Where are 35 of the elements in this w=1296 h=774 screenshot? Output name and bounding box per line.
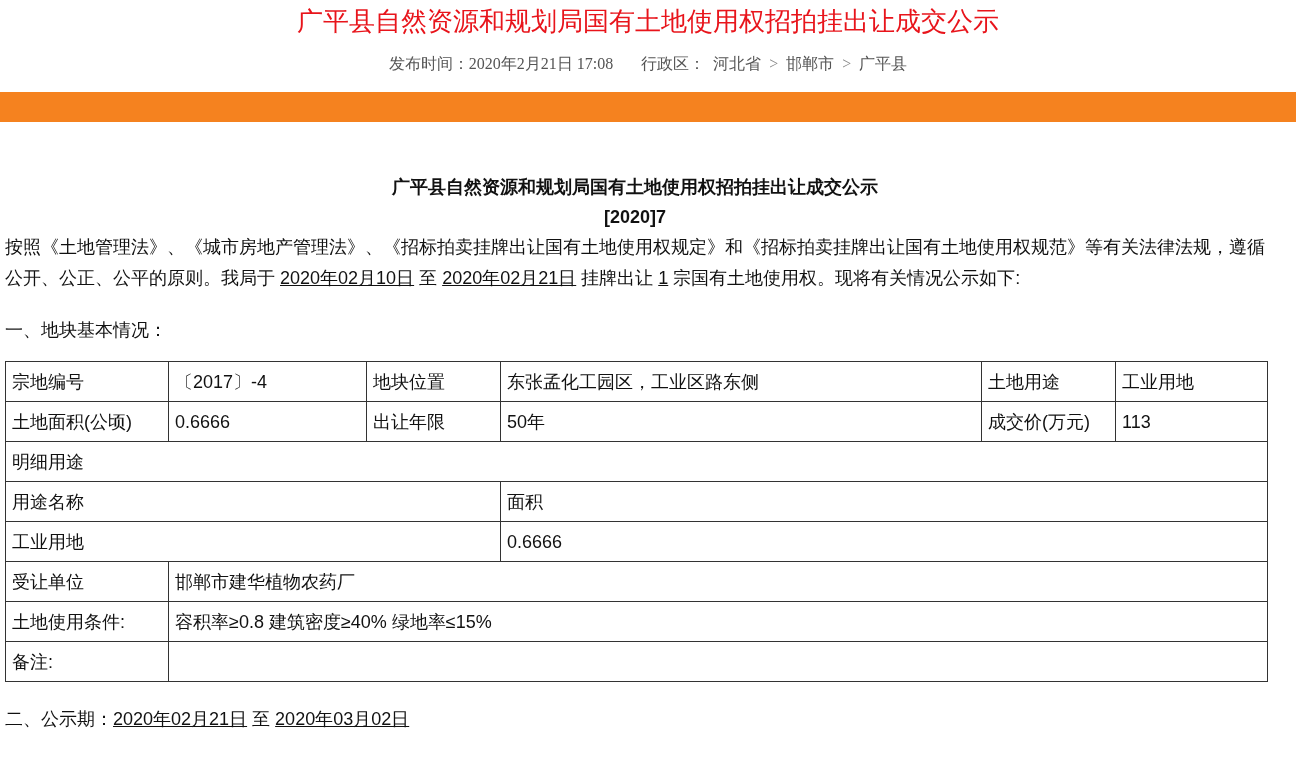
page-title: 广平县自然资源和规划局国有土地使用权招拍挂出让成交公示	[296, 6, 1000, 38]
table-cell: 50年	[500, 401, 982, 442]
table-cell: 出让年限	[366, 401, 501, 442]
breadcrumb-link[interactable]: 邯郸市	[786, 52, 835, 76]
breadcrumb-link[interactable]: 河北省	[713, 52, 762, 76]
table-cell: 面积	[500, 481, 1268, 522]
table-cell: 工业用地	[1115, 361, 1268, 402]
notice-title: 广平县自然资源和规划局国有土地使用权招拍挂出让成交公示	[391, 176, 879, 199]
table-cell: 备注:	[5, 641, 169, 682]
section-heading: 一、地块基本情况：	[5, 319, 168, 342]
table-cell: 邯郸市建华植物农药厂	[168, 561, 1268, 602]
notice-paragraph: 按照《土地管理法》、《城市房地产管理法》、《招标拍卖挂牌出让国有土地使用权规定》和《招标拍卖挂牌出让国有土地使用权规范》等有关法律法规，遵循公开、公正、公平的原则。我局于 2020年02月10日 至 2020年02月21日 挂牌出让 1 宗国有土地使用权。现将有关情况公示如下:	[5, 236, 1266, 290]
publicity-period: 二、公示期：2020年02月21日 至 2020年03月02日	[5, 708, 411, 731]
table-cell: 土地用途	[981, 361, 1116, 402]
table-cell: 〔2017〕-4	[168, 361, 367, 402]
breadcrumb-link[interactable]: 广平县	[859, 52, 908, 76]
table-cell: 地块位置	[366, 361, 501, 402]
notice-number: [2020]7	[602, 206, 667, 229]
breadcrumb-separator: >	[842, 54, 852, 74]
table-cell: 明细用途	[5, 441, 1268, 482]
table-cell: 宗地编号	[5, 361, 169, 402]
region-label: 行政区：	[641, 54, 706, 74]
table-cell: 土地面积(公顷)	[5, 401, 169, 442]
table-cell: 东张孟化工园区，工业区路东侧	[500, 361, 982, 402]
table-cell: 成交价(万元)	[981, 401, 1116, 442]
table-cell: 0.6666	[500, 521, 1268, 562]
breadcrumb-separator: >	[769, 54, 779, 74]
table-cell: 0.6666	[168, 401, 367, 442]
table-cell: 容积率≥0.8 建筑密度≥40% 绿地率≤15%	[168, 601, 1268, 642]
table-cell: 工业用地	[5, 521, 501, 562]
table-cell: 受让单位	[5, 561, 169, 602]
table-cell: 土地使用条件:	[5, 601, 169, 642]
table-cell: 113	[1115, 401, 1268, 442]
publish-time: 发布时间：2020年2月21日 17:08	[388, 54, 614, 74]
table-cell: 用途名称	[5, 481, 501, 522]
